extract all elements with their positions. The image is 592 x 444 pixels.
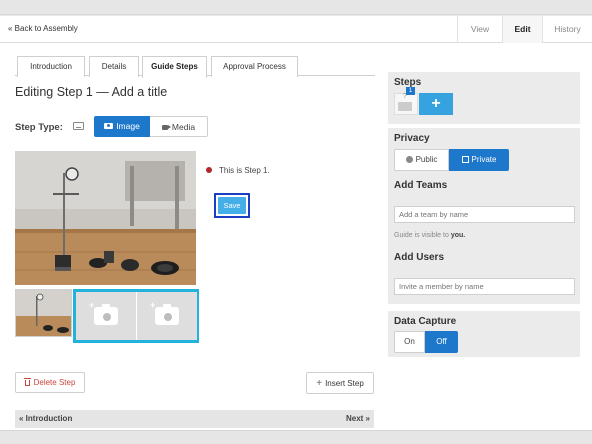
member-name-input[interactable] (394, 278, 575, 295)
step-type-media-button[interactable]: Media (150, 116, 208, 137)
keyboard-icon[interactable] (73, 122, 84, 130)
add-step-button[interactable]: + (419, 93, 453, 115)
plus-icon: + (316, 378, 323, 389)
add-image-slot-2[interactable]: + (137, 292, 197, 340)
tab-introduction[interactable]: Introduction (17, 56, 85, 77)
privacy-title: Privacy (394, 133, 430, 144)
tab-details[interactable]: Details (89, 56, 139, 77)
add-camera-icon: + (150, 301, 179, 325)
globe-icon (405, 156, 413, 163)
top-header-bar: « Back to Assembly View Edit History (0, 16, 592, 43)
step-image-thumbnails: + + (15, 289, 199, 343)
top-window-strip (0, 0, 592, 15)
step-number-badge: 1 (406, 87, 415, 95)
step-line-bullet[interactable] (206, 167, 212, 173)
step-thumbnail-1[interactable] (15, 289, 72, 337)
tab-guide-steps[interactable]: Guide Steps (142, 56, 207, 78)
video-camera-icon (161, 125, 171, 130)
step-type-label: Step Type: (15, 122, 63, 133)
back-to-assembly-link[interactable]: « Back to Assembly (8, 24, 78, 33)
add-teams-title: Add Teams (394, 180, 448, 191)
empty-thumbnails-highlight: + + (73, 289, 199, 343)
data-capture-on-button[interactable]: On (394, 331, 425, 353)
thumbnail-photo (16, 290, 71, 336)
data-capture-toggle: On Off (394, 331, 458, 353)
guide-tabs: Introduction Details Guide Steps Approva… (15, 56, 375, 78)
dial-indicator-photo (15, 151, 196, 285)
step-pager: « Introduction Next » (15, 410, 374, 428)
step-main-image[interactable] (15, 151, 196, 285)
bottom-window-strip (0, 430, 592, 444)
save-button-outline: Save (214, 193, 250, 218)
team-name-input[interactable] (394, 206, 575, 223)
camera-icon (398, 102, 412, 111)
save-button[interactable]: Save (218, 197, 246, 214)
add-camera-icon: + (89, 301, 118, 325)
camera-icon (104, 123, 114, 129)
insert-step-button[interactable]: + Insert Step (306, 372, 374, 394)
pager-next-link[interactable]: Next » (346, 410, 370, 428)
tab-view[interactable]: View (457, 16, 502, 43)
step-1-thumbnail[interactable]: ? (394, 93, 418, 115)
privacy-public-button[interactable]: Public (394, 149, 449, 171)
pager-prev-link[interactable]: « Introduction (19, 410, 72, 428)
delete-step-button[interactable]: Delete Step (15, 372, 85, 393)
tab-edit[interactable]: Edit (502, 16, 542, 43)
step-type-toggle: Image Media (94, 116, 208, 137)
guide-editor-page: « Back to Assembly View Edit History Int… (0, 16, 592, 430)
step-type-image-button[interactable]: Image (94, 116, 150, 137)
tab-approval-process[interactable]: Approval Process (211, 56, 298, 77)
add-image-slot-1[interactable]: + (76, 292, 136, 340)
edit-icon (461, 156, 469, 163)
data-capture-off-button[interactable]: Off (425, 331, 458, 353)
data-capture-panel: Data Capture On Off (388, 311, 580, 357)
steps-panel: Steps ? 1 + (388, 72, 580, 124)
privacy-panel: Privacy Public Private Add Teams Guide i… (388, 128, 580, 304)
privacy-private-button[interactable]: Private (449, 149, 509, 171)
data-capture-title: Data Capture (394, 316, 457, 327)
add-users-title: Add Users (394, 252, 445, 263)
trash-icon (23, 378, 31, 386)
step-line-text[interactable]: This is Step 1. (219, 166, 270, 175)
editing-step-title[interactable]: Editing Step 1 — Add a title (15, 85, 167, 99)
tab-history[interactable]: History (542, 16, 592, 43)
privacy-toggle: Public Private (394, 149, 509, 171)
visibility-note: Guide is visible to you. (394, 232, 466, 239)
